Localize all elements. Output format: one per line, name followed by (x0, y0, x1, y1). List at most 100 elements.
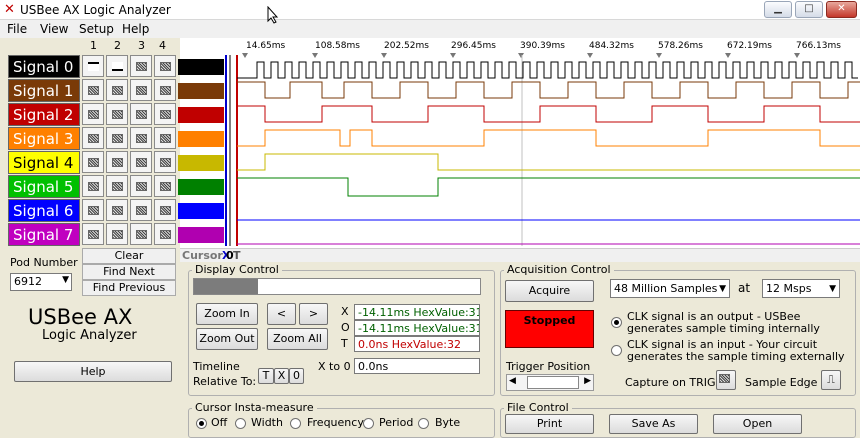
clear-button[interactable]: Clear (82, 248, 176, 264)
help-button[interactable]: Help (14, 361, 172, 382)
trigger-position-slider[interactable]: ◀ ▶ (506, 374, 594, 391)
find-previous-button[interactable]: Find Previous (82, 280, 176, 296)
cursor-t-marker[interactable]: T (233, 249, 241, 262)
trigger-column-4: 4 (159, 39, 166, 52)
sample-edge-label: Sample Edge (745, 376, 818, 389)
pod-number-value: 6912 (14, 275, 42, 288)
trigger-cell-5-2[interactable] (106, 175, 128, 197)
x-cursor-label: X (341, 305, 349, 318)
trigger-cell-5-1[interactable] (82, 175, 104, 197)
trigger-cell-7-2[interactable] (106, 223, 128, 245)
trigger-cell-6-2[interactable] (106, 199, 128, 221)
trigger-pattern-icon (88, 206, 99, 215)
trigger-cell-2-3[interactable] (130, 103, 152, 125)
trigger-pattern-icon (88, 230, 99, 239)
trigger-pattern-icon (136, 206, 147, 215)
signal-label-2[interactable]: Signal 2 (8, 103, 80, 126)
trigger-cell-4-3[interactable] (130, 151, 152, 173)
trigger-cell-4-4[interactable] (154, 151, 176, 173)
trigger-cell-1-4[interactable] (154, 79, 176, 101)
timeline-label: Timeline (193, 360, 240, 373)
trigger-cell-5-4[interactable] (154, 175, 176, 197)
trigger-column-1: 1 (90, 39, 97, 52)
t-cursor-label: T (341, 337, 348, 350)
trigger-cell-6-3[interactable] (130, 199, 152, 221)
trigger-cell-1-1[interactable] (82, 79, 104, 101)
signal-5-waveform (237, 177, 860, 197)
measure-frequency-radio[interactable] (290, 418, 301, 429)
measure-off-radio[interactable] (196, 418, 207, 429)
trigger-cell-4-2[interactable] (106, 151, 128, 173)
display-scroll-thumb[interactable] (194, 279, 258, 294)
find-next-button[interactable]: Find Next (82, 264, 176, 280)
sample-rate-select[interactable]: 12 Msps ▼ (762, 279, 840, 298)
trigger-cell-1-3[interactable] (130, 79, 152, 101)
arrow-right-icon: ▶ (584, 376, 591, 386)
trigger-cell-7-3[interactable] (130, 223, 152, 245)
measure-byte-radio[interactable] (418, 418, 429, 429)
trigger-pattern-icon (160, 62, 171, 71)
signal-swatch-7 (178, 227, 224, 243)
trigger-pattern-icon (136, 110, 147, 119)
trigger-cell-4-1[interactable] (82, 151, 104, 173)
signal-swatch-2 (178, 107, 224, 123)
trigger-cell-2-2[interactable] (106, 103, 128, 125)
trigger-position-label: Trigger Position (506, 360, 591, 373)
sample-edge-button[interactable]: ⎍ (821, 370, 841, 390)
relative-to-t-button[interactable]: T (258, 368, 274, 384)
signal-label-0[interactable]: Signal 0 (8, 55, 80, 78)
zoom-in-button[interactable]: Zoom In (196, 303, 258, 325)
measure-period-radio[interactable] (363, 418, 374, 429)
trigger-cell-6-1[interactable] (82, 199, 104, 221)
trigger-cell-3-1[interactable] (82, 127, 104, 149)
trigger-pattern-icon (136, 158, 147, 167)
zoom-out-button[interactable]: Zoom Out (196, 328, 258, 350)
open-button[interactable]: Open (713, 414, 802, 434)
capture-on-trig-button[interactable] (716, 370, 736, 390)
display-scrollbar[interactable] (193, 278, 481, 295)
trigger-cell-3-2[interactable] (106, 127, 128, 149)
print-button[interactable]: Print (505, 414, 594, 434)
trigger-cell-3-3[interactable] (130, 127, 152, 149)
signal-label-7[interactable]: Signal 7 (8, 223, 80, 246)
clk-input-radio[interactable] (611, 345, 622, 356)
samples-select[interactable]: 48 Million Samples ▼ (610, 279, 730, 298)
trigger-cell-7-1[interactable] (82, 223, 104, 245)
trigger-cell-6-4[interactable] (154, 199, 176, 221)
relative-to-x-button[interactable]: X (274, 368, 289, 384)
zoom-all-button[interactable]: Zoom All (267, 328, 328, 350)
measure-width-radio[interactable] (235, 418, 246, 429)
clk-output-radio[interactable] (611, 317, 622, 328)
trigger-cell-0-3[interactable] (130, 55, 152, 77)
trigger-pattern-icon (112, 182, 123, 191)
signal-label-1[interactable]: Signal 1 (8, 79, 80, 102)
trigger-cell-5-3[interactable] (130, 175, 152, 197)
pod-number-select[interactable]: 6912 ▼ (10, 273, 72, 291)
trigger-cell-1-2[interactable] (106, 79, 128, 101)
trigger-pattern-icon (160, 134, 171, 143)
measure-off-label: Off (211, 416, 228, 429)
trigger-cell-2-1[interactable] (82, 103, 104, 125)
acquire-button[interactable]: Acquire (505, 280, 594, 302)
signal-label-4[interactable]: Signal 4 (8, 151, 80, 174)
trigger-cell-0-4[interactable] (154, 55, 176, 77)
save-as-button[interactable]: Save As (609, 414, 698, 434)
signal-swatch-0 (178, 59, 224, 75)
trigger-cell-0-1[interactable] (82, 55, 104, 77)
status-indicator: Stopped (505, 310, 594, 348)
trigger-cell-3-4[interactable] (154, 127, 176, 149)
trigger-column-3: 3 (138, 39, 145, 52)
signal-label-3[interactable]: Signal 3 (8, 127, 80, 150)
signal-label-6[interactable]: Signal 6 (8, 199, 80, 222)
measure-frequency-label: Frequency (307, 416, 364, 429)
signal-swatch-6 (178, 203, 224, 219)
signal-label-5[interactable]: Signal 5 (8, 175, 80, 198)
trigger-cell-7-4[interactable] (154, 223, 176, 245)
trigger-cell-0-2[interactable] (106, 55, 128, 77)
signal-2-waveform (237, 105, 860, 123)
scroll-left-button[interactable]: < (267, 303, 296, 325)
trigger-cell-2-4[interactable] (154, 103, 176, 125)
relative-to-o-button[interactable]: 0 (289, 368, 304, 384)
scroll-right-button[interactable]: > (299, 303, 328, 325)
trigger-position-thumb[interactable] (527, 376, 579, 389)
